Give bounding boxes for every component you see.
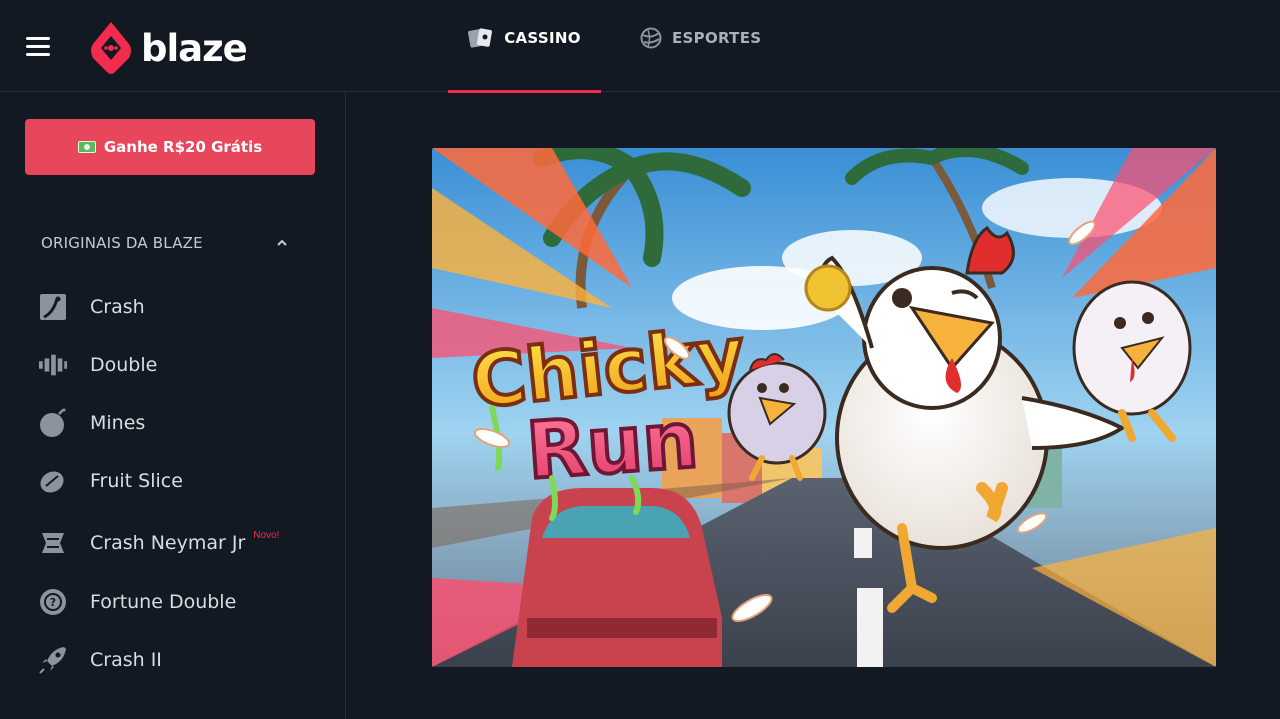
- banner-artwork: Chicky Run: [432, 148, 1216, 667]
- sidebar-item-label: Crash Neymar Jr: [90, 532, 246, 554]
- promo-button-label: Ganhe R$20 Grátis: [103, 138, 263, 156]
- cards-icon: [468, 28, 493, 48]
- ball-icon: [640, 27, 662, 49]
- neymar-icon: [38, 528, 68, 558]
- fortune-icon: ?: [38, 587, 68, 617]
- tab-esportes[interactable]: ESPORTES: [640, 0, 761, 92]
- brand-logo[interactable]: blaze: [89, 20, 248, 76]
- sidebar-item-label: Mines: [90, 412, 146, 434]
- tab-cassino[interactable]: CASSINO: [448, 0, 601, 93]
- money-icon: [77, 141, 96, 153]
- blaze-logo-icon: [91, 22, 131, 74]
- sidebar-item-label: Crash II: [90, 649, 162, 671]
- sidebar-item-crash-ii[interactable]: Crash II: [38, 640, 338, 680]
- crash-icon: [38, 292, 68, 322]
- sidebar-item-label: Fruit Slice: [90, 470, 183, 492]
- svg-text:?: ?: [50, 596, 56, 609]
- sidebar-item-mines[interactable]: Mines: [38, 403, 338, 443]
- section-originais-toggle[interactable]: ORIGINAIS DA BLAZE: [41, 231, 287, 255]
- tab-cassino-label: CASSINO: [504, 29, 581, 47]
- brand-name: blaze: [141, 26, 248, 70]
- bomb-icon: [38, 408, 68, 438]
- promo-button[interactable]: Ganhe R$20 Grátis: [25, 119, 315, 175]
- sidebar-item-crash[interactable]: Crash: [38, 287, 338, 327]
- game-banner-chicky-run[interactable]: Chicky Run: [432, 148, 1216, 667]
- section-title: ORIGINAIS DA BLAZE: [41, 234, 203, 252]
- top-header: blaze CASSINO ESPORTES: [0, 0, 1280, 93]
- sidebar-item-label: Fortune Double: [90, 591, 237, 613]
- double-icon: [38, 350, 68, 380]
- sidebar-item-label: Double: [90, 354, 158, 376]
- sidebar-item-fortune-double[interactable]: ? Fortune Double: [38, 582, 338, 622]
- sidebar-item-label: Crash: [90, 296, 145, 318]
- tab-esportes-label: ESPORTES: [672, 29, 762, 47]
- sidebar: Ganhe R$20 Grátis ORIGINAIS DA BLAZE Cra…: [0, 93, 346, 719]
- chevron-up-icon: [277, 239, 287, 246]
- sidebar-item-double[interactable]: Double: [38, 345, 338, 385]
- sidebar-item-crash-neymar-jr[interactable]: Crash Neymar Jr Novo!: [38, 523, 338, 563]
- menu-icon[interactable]: [26, 37, 50, 57]
- new-badge: Novo!: [253, 529, 280, 541]
- sidebar-item-fruit-slice[interactable]: Fruit Slice: [38, 461, 338, 501]
- rocket-icon: [38, 645, 68, 675]
- fruit-icon: [38, 466, 68, 496]
